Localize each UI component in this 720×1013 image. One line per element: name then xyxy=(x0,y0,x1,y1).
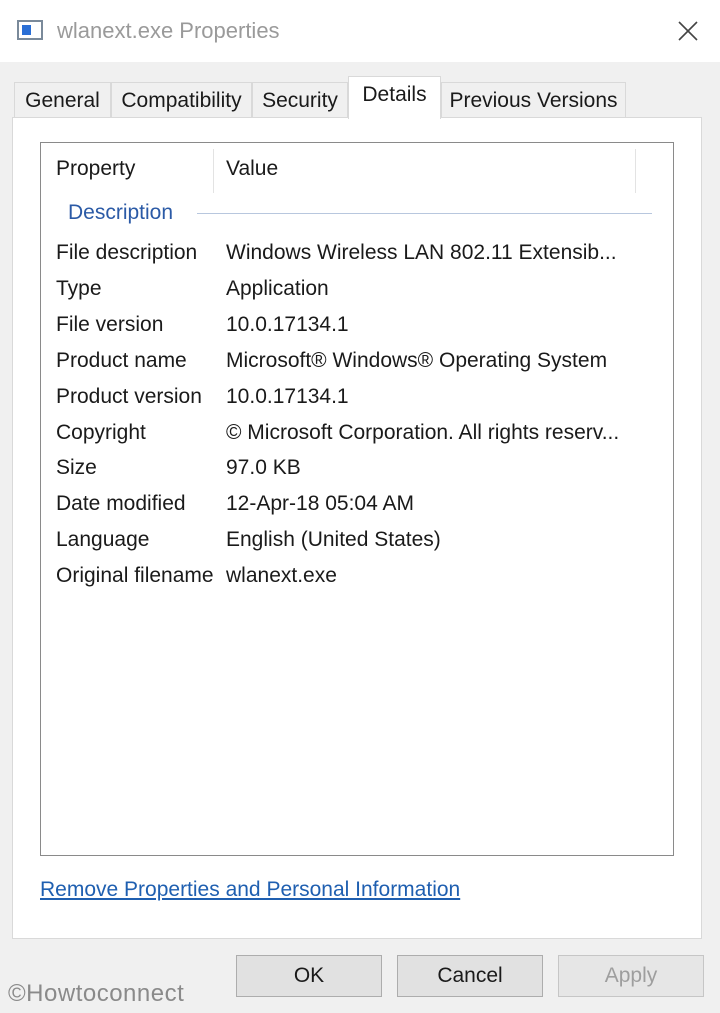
column-divider[interactable] xyxy=(213,149,214,193)
property-value: 10.0.17134.1 xyxy=(226,385,349,408)
property-name: File version xyxy=(56,313,164,336)
list-item[interactable]: Language English (United States) xyxy=(41,522,673,558)
list-item[interactable]: Product name Microsoft® Windows® Operati… xyxy=(41,343,673,379)
property-value: Windows Wireless LAN 802.11 Extensib... xyxy=(226,241,617,264)
property-value: © Microsoft Corporation. All rights rese… xyxy=(226,421,620,444)
property-value: wlanext.exe xyxy=(226,564,337,587)
property-name: Copyright xyxy=(56,421,146,444)
property-value: English (United States) xyxy=(226,528,441,551)
ok-button[interactable]: OK xyxy=(236,955,382,997)
cancel-button[interactable]: Cancel xyxy=(397,955,543,997)
watermark: ©Howtoconnect xyxy=(8,980,185,1007)
tab-compatibility[interactable]: Compatibility xyxy=(111,82,252,118)
list-item[interactable]: File description Windows Wireless LAN 80… xyxy=(41,235,673,271)
property-value: Microsoft® Windows® Operating System xyxy=(226,349,608,372)
property-name: Type xyxy=(56,277,102,300)
apply-button[interactable]: Apply xyxy=(558,955,704,997)
list-item[interactable]: Original filename wlanext.exe xyxy=(41,558,673,594)
property-value: 12-Apr-18 05:04 AM xyxy=(226,492,414,515)
remove-properties-link[interactable]: Remove Properties and Personal Informati… xyxy=(40,878,460,902)
column-header-property[interactable]: Property xyxy=(56,143,135,193)
list-item[interactable]: Date modified 12-Apr-18 05:04 AM xyxy=(41,486,673,522)
property-name: Date modified xyxy=(56,492,186,515)
property-name: Size xyxy=(56,456,97,479)
tab-general[interactable]: General xyxy=(14,82,111,118)
property-value: 97.0 KB xyxy=(226,456,301,479)
list-item[interactable]: File version 10.0.17134.1 xyxy=(41,307,673,343)
list-item[interactable]: Type Application xyxy=(41,271,673,307)
list-item[interactable]: Copyright © Microsoft Corporation. All r… xyxy=(41,415,673,451)
window-title: wlanext.exe Properties xyxy=(57,18,280,43)
property-name: Original filename xyxy=(56,564,214,587)
list-item[interactable]: Size 97.0 KB xyxy=(41,450,673,486)
property-value: Application xyxy=(226,277,329,300)
column-divider[interactable] xyxy=(635,149,636,193)
close-icon xyxy=(678,21,698,41)
property-name: Product version xyxy=(56,385,202,408)
tab-previous-versions[interactable]: Previous Versions xyxy=(441,82,626,118)
column-header-value[interactable]: Value xyxy=(226,143,278,193)
group-separator xyxy=(197,213,652,214)
tab-security[interactable]: Security xyxy=(252,82,348,118)
close-button[interactable] xyxy=(664,8,712,54)
tab-strip: General Compatibility Security Details P… xyxy=(14,76,714,119)
property-name: Language xyxy=(56,528,150,551)
title-bar: wlanext.exe Properties xyxy=(0,0,720,62)
tab-details[interactable]: Details xyxy=(348,76,441,119)
details-list[interactable]: Property Value Description File descript… xyxy=(40,142,674,856)
list-item[interactable]: Product version 10.0.17134.1 xyxy=(41,379,673,415)
property-name: Product name xyxy=(56,349,187,372)
application-window-icon xyxy=(17,20,43,40)
property-name: File description xyxy=(56,241,198,264)
group-header-description: Description xyxy=(68,201,182,225)
property-value: 10.0.17134.1 xyxy=(226,313,349,336)
